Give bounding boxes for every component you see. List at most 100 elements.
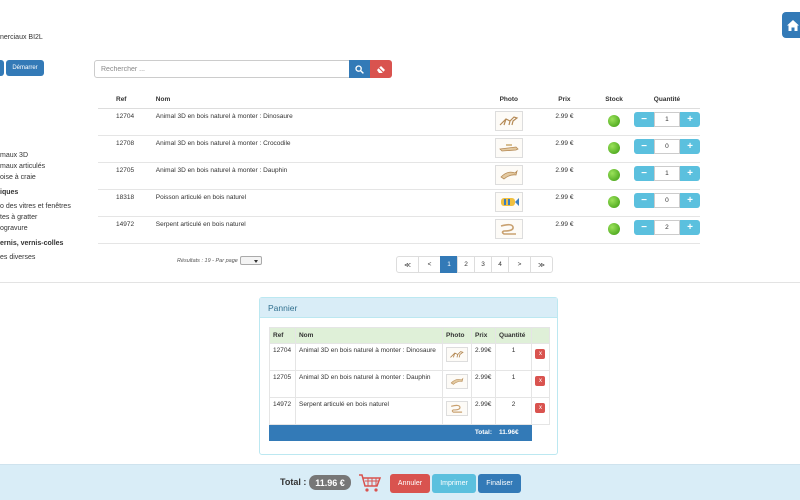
category-item[interactable]: ogravure — [0, 223, 71, 234]
col-ref: Ref — [98, 92, 156, 109]
page-button-1[interactable]: 1 — [440, 256, 458, 273]
search-button[interactable] — [349, 60, 370, 78]
start-button[interactable]: Démarrer — [6, 60, 44, 76]
table-row: 12708 Animal 3D en bois naturel à monter… — [98, 135, 700, 163]
quantity-value[interactable]: 1 — [653, 111, 680, 127]
home-icon — [787, 19, 799, 31]
cart-title: Pannier — [260, 298, 557, 318]
home-button[interactable] — [782, 12, 800, 38]
search-icon — [355, 64, 364, 74]
print-button[interactable]: Imprimer — [432, 474, 476, 493]
category-item[interactable]: maux 3D — [0, 150, 71, 161]
product-photo-dolphin[interactable] — [494, 164, 523, 185]
product-ref: 18318 — [98, 189, 156, 217]
product-name: Serpent articulé en bois naturel — [155, 216, 483, 244]
pagination: ≪ < 1 2 3 4 > ≫ — [396, 256, 553, 273]
increment-button[interactable]: + — [679, 111, 700, 127]
shopping-cart-icon — [358, 473, 382, 495]
increment-button[interactable]: + — [679, 165, 700, 181]
product-ref: 12708 — [98, 135, 156, 163]
product-photo-dinosaur[interactable] — [494, 110, 523, 131]
per-page-select[interactable] — [239, 256, 262, 265]
cart-col-photo: Photo — [442, 327, 473, 344]
decrement-button[interactable]: − — [633, 219, 654, 235]
category-item[interactable]: maux articulés — [0, 161, 71, 172]
cart-price: 2.99€ — [471, 343, 497, 371]
clear-search-button[interactable] — [370, 60, 392, 78]
remove-item-button[interactable]: x — [535, 349, 546, 359]
increment-button[interactable]: + — [679, 192, 700, 208]
quantity-value[interactable]: 0 — [653, 138, 680, 154]
cart-price: 2.99€ — [471, 397, 497, 425]
quantity-stepper: −2 + — [633, 219, 700, 235]
col-stock: Stock — [594, 92, 634, 109]
footer-total-badge: 11.96 € — [309, 475, 351, 490]
decrement-button[interactable]: − — [633, 111, 654, 127]
decrement-button[interactable]: − — [633, 165, 654, 181]
category-item[interactable]: tes à gratter — [0, 212, 71, 223]
finalize-button[interactable]: Finaliser — [478, 474, 521, 493]
cart-photo-dinosaur — [446, 347, 469, 362]
cart-col-quantite: Quantité — [495, 327, 532, 344]
stock-indicator — [608, 168, 621, 181]
remove-item-button[interactable]: x — [535, 376, 546, 386]
product-price: 2.99 € — [534, 162, 595, 190]
cart-ref: 12705 — [269, 370, 296, 398]
cart-price: 2.99€ — [471, 370, 497, 398]
category-heading[interactable]: iques — [0, 187, 71, 198]
quantity-value[interactable]: 2 — [653, 219, 680, 235]
page-button-4[interactable]: 4 — [491, 256, 509, 273]
quantity-value[interactable]: 1 — [653, 165, 680, 181]
search-input[interactable] — [94, 60, 350, 78]
product-price: 2.99 € — [534, 108, 595, 136]
cart-ref: 14972 — [269, 397, 296, 425]
first-page-button[interactable]: ≪ — [396, 256, 419, 273]
quantity-stepper: −1 + — [633, 165, 700, 181]
category-item[interactable]: es diverses — [0, 252, 71, 263]
category-item[interactable]: o des vitres et fenêtres — [0, 201, 71, 212]
product-ref: 12704 — [98, 108, 156, 136]
increment-button[interactable]: + — [679, 219, 700, 235]
snake-icon — [451, 404, 463, 413]
cart-row: 12704 Animal 3D en bois naturel à monter… — [269, 343, 551, 371]
cart-ref: 12704 — [269, 343, 296, 371]
product-photo-fish[interactable] — [494, 191, 523, 212]
next-page-button[interactable]: > — [508, 256, 531, 273]
results-info: Résultats : 19 - Par page — [177, 256, 262, 265]
prev-page-button[interactable]: < — [418, 256, 441, 273]
cart-photo-dolphin — [446, 374, 469, 389]
toolbar-left-button[interactable] — [0, 60, 4, 76]
cart-row: 12705 Animal 3D en bois naturel à monter… — [269, 370, 551, 398]
page-button-2[interactable]: 2 — [457, 256, 475, 273]
product-price: 2.99 € — [534, 135, 595, 163]
remove-item-button[interactable]: x — [535, 403, 546, 413]
cart-name: Animal 3D en bois naturel à monter : Din… — [294, 343, 444, 371]
app-subtitle: nerciaux BI2L — [0, 34, 43, 41]
product-photo-crocodile[interactable] — [494, 137, 523, 158]
category-item[interactable]: oise à craie — [0, 172, 71, 183]
dolphin-icon — [500, 169, 518, 179]
cart-panel: Pannier Ref Nom Photo Prix Quantité 1270… — [259, 297, 558, 455]
page-button-3[interactable]: 3 — [474, 256, 492, 273]
crocodile-icon — [498, 143, 519, 151]
stock-indicator — [608, 195, 621, 208]
cart-col-prix: Prix — [471, 327, 497, 344]
table-header-row: Ref Nom Photo Prix Stock Quantité — [98, 92, 700, 109]
decrement-button[interactable]: − — [633, 192, 654, 208]
cancel-button[interactable]: Annuler — [390, 474, 430, 493]
cart-col-ref: Ref — [269, 327, 296, 344]
stock-indicator — [608, 114, 621, 127]
dinosaur-icon — [499, 115, 519, 125]
category-heading[interactable]: ernis, vernis-colles — [0, 238, 71, 249]
table-row: 12704 Animal 3D en bois naturel à monter… — [98, 108, 700, 136]
section-divider — [0, 282, 800, 283]
product-ref: 12705 — [98, 162, 156, 190]
quantity-value[interactable]: 0 — [653, 192, 680, 208]
stock-indicator — [608, 222, 621, 235]
decrement-button[interactable]: − — [633, 138, 654, 154]
eraser-icon — [377, 65, 385, 73]
increment-button[interactable]: + — [679, 138, 700, 154]
product-name: Animal 3D en bois naturel à monter : Din… — [155, 108, 483, 136]
product-photo-snake[interactable] — [494, 218, 523, 239]
last-page-button[interactable]: ≫ — [530, 256, 553, 273]
